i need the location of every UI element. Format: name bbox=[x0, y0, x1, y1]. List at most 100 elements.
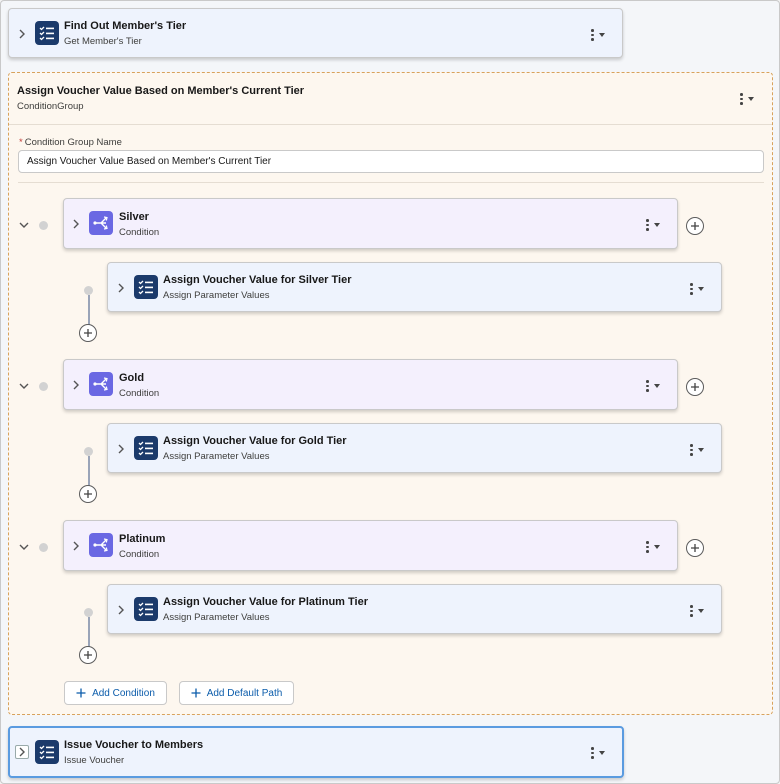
vertical-dots-icon bbox=[591, 29, 594, 41]
step-title: Find Out Member's Tier bbox=[64, 20, 187, 32]
group-type: ConditionGroup bbox=[17, 101, 84, 112]
flow-canvas: Find Out Member's Tier Get Member's Tier… bbox=[0, 0, 780, 784]
step-menu-button[interactable] bbox=[690, 604, 714, 618]
add-path-step-button[interactable] bbox=[79, 324, 97, 342]
condition-card-gold[interactable]: Gold Condition bbox=[63, 359, 678, 410]
branch-icon bbox=[89, 533, 113, 557]
divider bbox=[18, 182, 764, 183]
step-menu-button[interactable] bbox=[690, 443, 714, 457]
step-title: Issue Voucher to Members bbox=[64, 739, 204, 751]
chevron-right-icon[interactable] bbox=[114, 281, 128, 295]
group-title: Assign Voucher Value Based on Member's C… bbox=[17, 85, 305, 97]
step-card-platinum-assign[interactable]: Assign Voucher Value for Platinum Tier A… bbox=[107, 584, 722, 634]
caret-down-icon bbox=[653, 223, 660, 227]
chevron-right-icon[interactable] bbox=[69, 378, 83, 392]
step-subtitle: Assign Parameter Values bbox=[163, 451, 270, 462]
step-card-gold-assign[interactable]: Assign Voucher Value for Gold Tier Assig… bbox=[107, 423, 722, 473]
condition-menu-button[interactable] bbox=[646, 218, 670, 232]
caret-down-icon bbox=[598, 33, 605, 37]
group-name-label: * Condition Group Name bbox=[19, 137, 122, 148]
plus-icon bbox=[76, 688, 86, 698]
chevron-down-icon[interactable] bbox=[17, 379, 31, 393]
step-title: Assign Voucher Value for Platinum Tier bbox=[163, 596, 368, 608]
required-mark: * bbox=[19, 137, 23, 148]
vertical-dots-icon bbox=[690, 605, 693, 617]
step-title: Assign Voucher Value for Silver Tier bbox=[163, 274, 352, 286]
condition-card-silver[interactable]: Silver Condition bbox=[63, 198, 678, 249]
chevron-right-icon[interactable] bbox=[114, 442, 128, 456]
step-card-issue-voucher[interactable]: Issue Voucher to Members Issue Voucher bbox=[8, 726, 624, 778]
condition-subtitle: Condition bbox=[119, 227, 160, 238]
step-subtitle: Get Member's Tier bbox=[64, 36, 142, 47]
step-menu-button[interactable] bbox=[591, 746, 615, 760]
condition-title: Platinum bbox=[119, 533, 166, 545]
vertical-dots-icon bbox=[740, 93, 743, 105]
group-name-input[interactable]: Assign Voucher Value Based on Member's C… bbox=[18, 150, 764, 173]
add-condition-label: Add Condition bbox=[92, 687, 155, 699]
path-connector bbox=[87, 617, 90, 647]
group-name-label-text: Condition Group Name bbox=[24, 137, 122, 148]
condition-title: Silver bbox=[119, 211, 149, 223]
add-default-path-label: Add Default Path bbox=[206, 687, 283, 699]
path-node bbox=[84, 608, 93, 617]
chevron-right-icon[interactable] bbox=[69, 217, 83, 231]
step-card-find-tier[interactable]: Find Out Member's Tier Get Member's Tier bbox=[8, 8, 623, 58]
vertical-dots-icon bbox=[690, 283, 693, 295]
group-menu-button[interactable] bbox=[740, 92, 764, 106]
step-subtitle: Assign Parameter Values bbox=[163, 290, 270, 301]
path-connector bbox=[87, 295, 90, 325]
condition-menu-button[interactable] bbox=[646, 379, 670, 393]
caret-down-icon bbox=[697, 609, 704, 613]
caret-down-icon bbox=[747, 97, 754, 101]
step-subtitle: Issue Voucher bbox=[64, 755, 125, 766]
checklist-icon bbox=[35, 21, 59, 45]
add-step-button[interactable] bbox=[686, 539, 704, 557]
step-card-silver-assign[interactable]: Assign Voucher Value for Silver Tier Ass… bbox=[107, 262, 722, 312]
condition-title: Gold bbox=[119, 372, 145, 384]
caret-down-icon bbox=[697, 287, 704, 291]
add-step-button[interactable] bbox=[686, 217, 704, 235]
step-title: Assign Voucher Value for Gold Tier bbox=[163, 435, 347, 447]
add-step-button[interactable] bbox=[686, 378, 704, 396]
path-node bbox=[39, 382, 48, 391]
add-default-path-button[interactable]: Add Default Path bbox=[179, 681, 294, 705]
checklist-icon bbox=[35, 740, 59, 764]
path-node bbox=[39, 221, 48, 230]
condition-card-platinum[interactable]: Platinum Condition bbox=[63, 520, 678, 571]
add-path-step-button[interactable] bbox=[79, 485, 97, 503]
path-node bbox=[84, 286, 93, 295]
vertical-dots-icon bbox=[646, 380, 649, 392]
step-menu-button[interactable] bbox=[591, 28, 615, 42]
add-condition-button[interactable]: Add Condition bbox=[64, 681, 167, 705]
path-node bbox=[84, 447, 93, 456]
checklist-icon bbox=[134, 597, 158, 621]
condition-group: Assign Voucher Value Based on Member's C… bbox=[8, 72, 773, 715]
vertical-dots-icon bbox=[646, 541, 649, 553]
path-connector bbox=[87, 456, 90, 486]
condition-subtitle: Condition bbox=[119, 549, 160, 560]
vertical-dots-icon bbox=[690, 444, 693, 456]
chevron-right-icon[interactable] bbox=[69, 539, 83, 553]
caret-down-icon bbox=[653, 545, 660, 549]
checklist-icon bbox=[134, 275, 158, 299]
chevron-right-icon[interactable] bbox=[114, 603, 128, 617]
branch-icon bbox=[89, 372, 113, 396]
caret-down-icon bbox=[598, 751, 605, 755]
checklist-icon bbox=[134, 436, 158, 460]
vertical-dots-icon bbox=[591, 747, 594, 759]
condition-menu-button[interactable] bbox=[646, 540, 670, 554]
step-subtitle: Assign Parameter Values bbox=[163, 612, 270, 623]
condition-subtitle: Condition bbox=[119, 388, 160, 399]
chevron-down-icon[interactable] bbox=[17, 540, 31, 554]
chevron-right-icon[interactable] bbox=[15, 27, 29, 41]
add-path-step-button[interactable] bbox=[79, 646, 97, 664]
branch-icon bbox=[89, 211, 113, 235]
caret-down-icon bbox=[697, 448, 704, 452]
step-menu-button[interactable] bbox=[690, 282, 714, 296]
chevron-right-icon[interactable] bbox=[15, 745, 29, 759]
vertical-dots-icon bbox=[646, 219, 649, 231]
chevron-down-icon[interactable] bbox=[17, 218, 31, 232]
plus-icon bbox=[191, 688, 201, 698]
caret-down-icon bbox=[653, 384, 660, 388]
path-node bbox=[39, 543, 48, 552]
